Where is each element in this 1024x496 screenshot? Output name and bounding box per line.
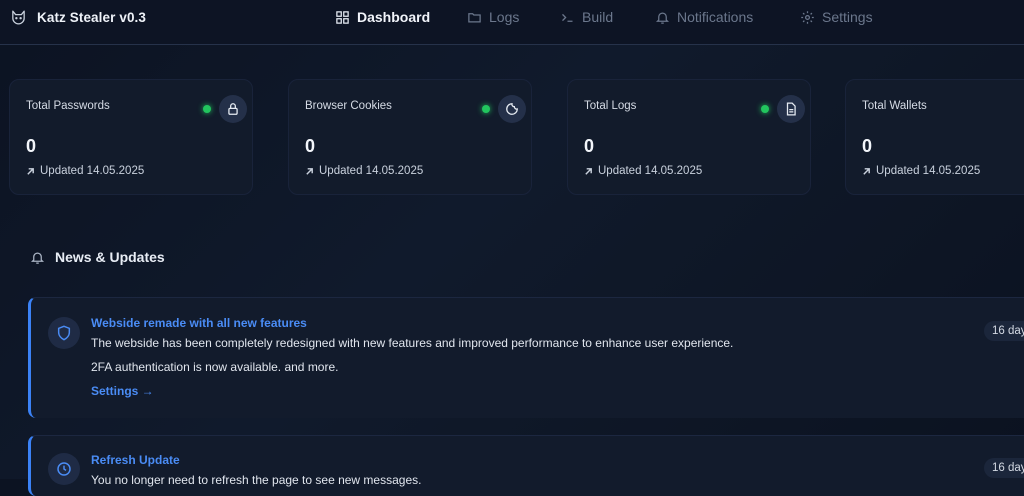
stat-value: 0	[26, 136, 37, 156]
arrow-up-right-icon	[27, 167, 34, 175]
stat-title: Total Logs	[584, 100, 637, 112]
nav-label: Build	[582, 9, 614, 25]
top-navbar: Katz Stealer v0.3 Dashboard Logs Build N…	[0, 0, 1024, 45]
news-item-text: You no longer need to refresh the page t…	[91, 473, 422, 487]
news-icon-box	[48, 317, 80, 349]
bell-icon	[30, 252, 45, 264]
app-title: Katz Stealer v0.3	[37, 9, 147, 25]
arrow-up-right-icon	[306, 167, 313, 175]
stat-updated: Updated 14.05.2025	[584, 165, 702, 177]
settings-link[interactable]: Settings →	[91, 384, 154, 398]
stat-value: 0	[584, 136, 595, 156]
news-item-text: 2FA authentication is now available. and…	[91, 360, 339, 374]
stat-title: Browser Cookies	[305, 100, 392, 112]
stat-title: Total Passwords	[26, 100, 110, 112]
bell-icon	[655, 12, 670, 24]
nav-notifications[interactable]: Notifications	[655, 7, 753, 27]
status-dot	[203, 105, 211, 113]
news-item-text: The webside has been completely redesign…	[91, 336, 734, 350]
stat-updated: Updated 14.05.2025	[26, 165, 144, 177]
stat-updated-text: Updated 14.05.2025	[598, 165, 703, 177]
shield-icon	[57, 325, 71, 341]
gear-icon	[801, 10, 814, 24]
news-item: Refresh Update You no longer need to ref…	[28, 435, 1024, 496]
nav-build[interactable]: Build	[560, 7, 613, 27]
stat-updated-text: Updated 14.05.2025	[40, 165, 145, 177]
nav-logs[interactable]: Logs	[467, 7, 519, 27]
news-item-title: Refresh Update	[91, 453, 180, 467]
grid-icon	[336, 10, 349, 24]
arrow-up-right-icon	[585, 167, 592, 175]
stat-updated: Updated 14.05.2025	[862, 165, 980, 177]
nav-label: Settings	[822, 9, 873, 25]
stat-value: 0	[305, 136, 316, 156]
nav-label: Dashboard	[357, 9, 431, 25]
folder-icon	[468, 12, 481, 22]
status-dot	[482, 105, 490, 113]
news-time-badge: 16 day	[984, 321, 1024, 341]
cookie-icon	[506, 103, 518, 115]
arrow-up-right-icon	[863, 167, 870, 175]
stat-card-passwords: Total Passwords 0 Updated 14.05.2025	[9, 79, 253, 195]
news-title: News & Updates	[55, 249, 165, 265]
cat-icon	[12, 9, 25, 24]
news-time-badge: 16 day	[984, 458, 1024, 478]
terminal-icon	[562, 13, 573, 22]
stat-card-cookies: Browser Cookies 0 Updated 14.05.2025	[288, 79, 532, 195]
nav-dashboard[interactable]: Dashboard	[335, 7, 430, 27]
stat-title: Total Wallets	[862, 100, 927, 112]
news-item-title: Webside remade with all new features	[91, 316, 307, 330]
stat-updated-text: Updated 14.05.2025	[876, 165, 981, 177]
nav-label: Logs	[489, 9, 520, 25]
stat-value: 0	[862, 136, 873, 156]
stat-icon-box	[777, 95, 805, 123]
stat-icon-box	[219, 95, 247, 123]
status-dot	[761, 105, 769, 113]
file-icon	[786, 102, 796, 116]
news-item: Webside remade with all new features The…	[28, 297, 1024, 418]
clock-icon	[57, 462, 71, 476]
news-icon-box	[48, 453, 80, 485]
stat-updated: Updated 14.05.2025	[305, 165, 423, 177]
lock-icon	[228, 103, 238, 115]
stat-card-wallets: Total Wallets 0 Updated 14.05.2025	[845, 79, 1024, 195]
nav-label: Notifications	[677, 9, 754, 25]
brand[interactable]: Katz Stealer v0.3	[10, 7, 146, 27]
stat-icon-box	[498, 95, 526, 123]
nav-settings[interactable]: Settings	[800, 7, 873, 27]
stat-card-logs: Total Logs 0 Updated 14.05.2025	[567, 79, 811, 195]
news-header: News & Updates	[30, 249, 165, 265]
stat-updated-text: Updated 14.05.2025	[319, 165, 424, 177]
